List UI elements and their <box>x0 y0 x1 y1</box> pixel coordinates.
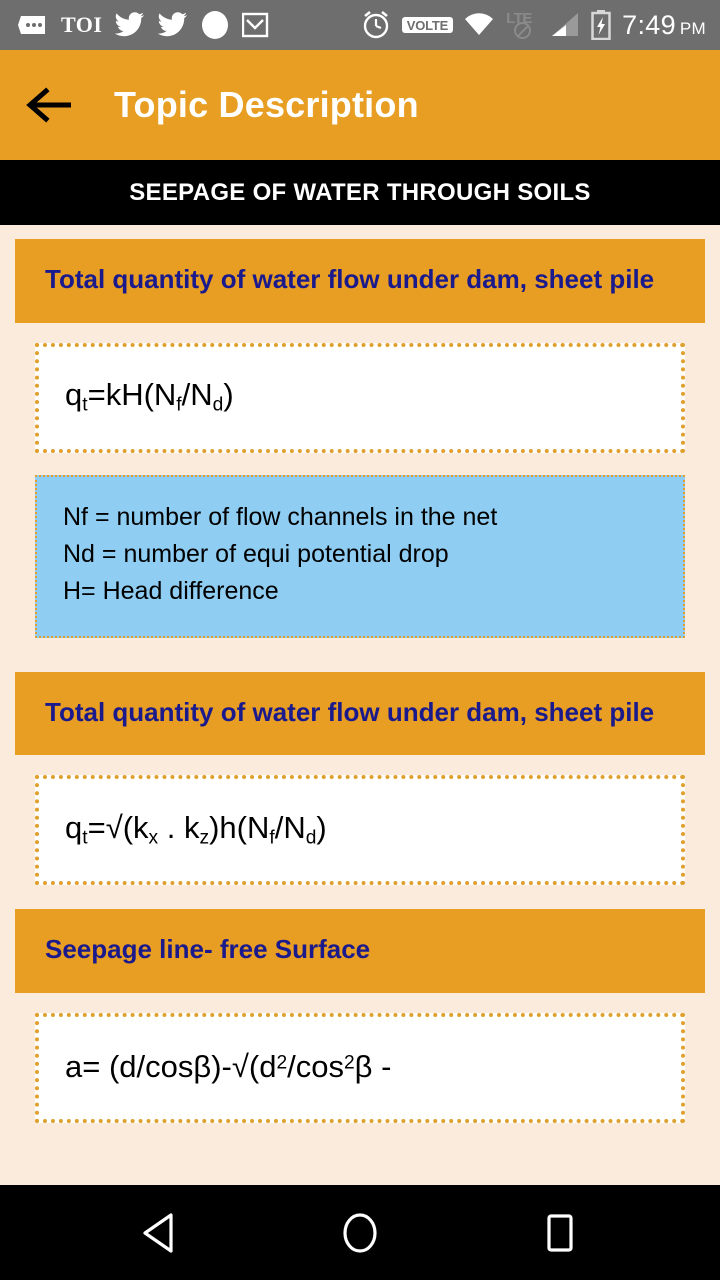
twitter-icon <box>115 12 145 38</box>
nav-recents-button[interactable] <box>520 1193 600 1273</box>
formula-card: qt=kH(Nf/Nd) <box>35 342 685 453</box>
status-bar-right-icons: VOLTE LTE 7:49 PM <box>361 10 706 40</box>
formula-text-1: qt=kH(Nf/Nd) <box>65 377 234 416</box>
status-bar-left-icons: TOI <box>18 10 270 40</box>
nav-back-button[interactable] <box>120 1193 200 1273</box>
alarm-clock-icon <box>361 10 391 40</box>
formula-text-2: qt=√(kx . kz)h(Nf/Nd) <box>65 810 327 849</box>
content-scroll-area[interactable]: Total quantity of water flow under dam, … <box>0 225 720 1185</box>
messages-icon <box>18 13 48 37</box>
gmail-icon <box>242 11 270 39</box>
app-bar: Topic Description <box>0 50 720 160</box>
android-navigation-bar <box>0 1185 720 1280</box>
circle-home-icon <box>343 1212 377 1253</box>
circle-notification-icon <box>201 10 229 40</box>
app-screen: TOI VOLTE LTE 7:49 PM Topic Description … <box>0 0 720 1280</box>
definitions-info-card: Nf = number of flow channels in the net … <box>35 474 685 638</box>
volte-icon: VOLTE <box>401 17 454 33</box>
back-arrow-icon <box>26 87 71 123</box>
definition-line: Nd = number of equi potential drop <box>63 539 449 568</box>
status-bar-clock: 7:49 PM <box>622 9 706 40</box>
definition-line: Nf = number of flow channels in the net <box>63 502 498 531</box>
nav-home-button[interactable] <box>320 1193 400 1273</box>
twitter-icon-2 <box>158 12 188 38</box>
topic-header-title: SEEPAGE OF WATER THROUGH SOILS <box>129 178 591 206</box>
battery-charging-icon <box>591 10 611 40</box>
square-recents-icon <box>547 1213 573 1252</box>
clock-period: PM <box>679 18 706 38</box>
page-title: Topic Description <box>114 84 419 125</box>
formula-card: qt=√(kx . kz)h(Nf/Nd) <box>35 775 685 886</box>
formula-card: a= (d/cosβ)-√(d2/cos2β - <box>35 1013 685 1124</box>
signal-icon <box>550 12 580 38</box>
section-heading-card: Total quantity of water flow under dam, … <box>15 239 705 323</box>
triangle-back-icon <box>143 1212 173 1253</box>
toi-news-icon: TOI <box>61 12 103 37</box>
topic-header-bar: SEEPAGE OF WATER THROUGH SOILS <box>0 160 720 225</box>
clock-time: 7:49 <box>622 9 676 40</box>
section-heading-card: Total quantity of water flow under dam, … <box>15 671 705 756</box>
formula-text-3: a= (d/cosβ)-√(d2/cos2β - <box>65 1049 392 1085</box>
lte-disabled-icon: LTE <box>505 11 539 39</box>
definition-line: H= Head difference <box>63 576 279 605</box>
wifi-icon <box>464 13 494 37</box>
back-button[interactable] <box>20 76 78 134</box>
section-heading-card: Seepage line- free Surface <box>15 909 705 994</box>
status-bar: TOI VOLTE LTE 7:49 PM <box>0 0 720 50</box>
